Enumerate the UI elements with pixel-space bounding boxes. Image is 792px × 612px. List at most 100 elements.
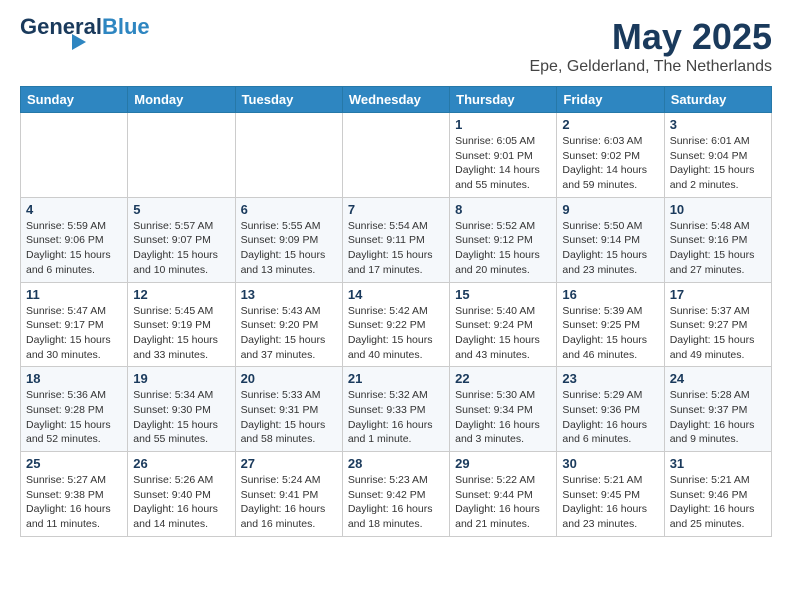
calendar-table: SundayMondayTuesdayWednesdayThursdayFrid… [20, 86, 772, 537]
day-info: Sunrise: 5:27 AMSunset: 9:38 PMDaylight:… [26, 473, 122, 532]
title-block: May 2025 Epe, Gelderland, The Netherland… [529, 16, 772, 76]
day-info: Sunrise: 5:43 AMSunset: 9:20 PMDaylight:… [241, 304, 337, 363]
day-cell-10: 10 Sunrise: 5:48 AMSunset: 9:16 PMDayligh… [664, 197, 771, 282]
page: GeneralBlue May 2025 Epe, Gelderland, Th… [0, 0, 792, 553]
day-cell-21: 21Sunrise: 5:32 AMSunset: 9:33 PMDayligh… [342, 367, 449, 452]
day-cell-9: 9Sunrise: 5:50 AMSunset: 9:14 PMDaylight… [557, 197, 664, 282]
week-row-4: 18 Sunrise: 5:36 AMSunset: 9:28 PMDayligh… [21, 367, 772, 452]
day-info: Sunrise: 6:03 AMSunset: 9:02 PMDaylight:… [562, 134, 658, 193]
day-cell-11: 11 Sunrise: 5:47 AMSunset: 9:17 PMDayligh… [21, 282, 128, 367]
logo-arrow [72, 34, 86, 50]
logo: GeneralBlue [20, 16, 150, 50]
weekday-header-wednesday: Wednesday [342, 87, 449, 113]
day-number: 4 [26, 202, 122, 217]
day-number: 13 [241, 287, 337, 302]
day-cell-3: 3 Sunrise: 6:01 AMSunset: 9:04 PMDaylight… [664, 113, 771, 198]
day-number: 3 [670, 117, 766, 132]
day-info: Sunrise: 5:23 AMSunset: 9:42 PMDaylight:… [348, 473, 444, 532]
day-number: 20 [241, 371, 337, 386]
day-number: 21 [348, 371, 444, 386]
day-number: 19 [133, 371, 229, 386]
day-info: Sunrise: 5:40 AMSunset: 9:24 PMDaylight:… [455, 304, 551, 363]
day-number: 17 [670, 287, 766, 302]
day-cell-1: 1Sunrise: 6:05 AMSunset: 9:01 PMDaylight… [450, 113, 557, 198]
day-cell-23: 23 Sunrise: 5:29 AMSunset: 9:36 PMDayligh… [557, 367, 664, 452]
weekday-header-row: SundayMondayTuesdayWednesdayThursdayFrid… [21, 87, 772, 113]
weekday-header-sunday: Sunday [21, 87, 128, 113]
day-cell-7: 7 Sunrise: 5:54 AMSunset: 9:11 PMDaylight… [342, 197, 449, 282]
day-number: 15 [455, 287, 551, 302]
day-number: 7 [348, 202, 444, 217]
day-cell-28: 28 Sunrise: 5:23 AMSunset: 9:42 PMDayligh… [342, 452, 449, 537]
day-number: 11 [26, 287, 122, 302]
day-number: 8 [455, 202, 551, 217]
empty-cell [128, 113, 235, 198]
day-number: 9 [562, 202, 658, 217]
week-row-5: 25 Sunrise: 5:27 AMSunset: 9:38 PMDayligh… [21, 452, 772, 537]
day-cell-18: 18 Sunrise: 5:36 AMSunset: 9:28 PMDayligh… [21, 367, 128, 452]
weekday-header-monday: Monday [128, 87, 235, 113]
day-number: 30 [562, 456, 658, 471]
day-number: 23 [562, 371, 658, 386]
day-cell-31: 31 Sunrise: 5:21 AMSunset: 9:46 PMDayligh… [664, 452, 771, 537]
day-number: 28 [348, 456, 444, 471]
day-number: 12 [133, 287, 229, 302]
day-cell-27: 27 Sunrise: 5:24 AMSunset: 9:41 PMDayligh… [235, 452, 342, 537]
day-number: 27 [241, 456, 337, 471]
day-number: 10 [670, 202, 766, 217]
month-title: May 2025 [529, 16, 772, 58]
day-info: Sunrise: 5:57 AMSunset: 9:07 PMDaylight:… [133, 219, 229, 278]
week-row-2: 4Sunrise: 5:59 AMSunset: 9:06 PMDaylight… [21, 197, 772, 282]
day-cell-30: 30 Sunrise: 5:21 AMSunset: 9:45 PMDayligh… [557, 452, 664, 537]
empty-cell [235, 113, 342, 198]
day-info: Sunrise: 6:01 AMSunset: 9:04 PMDaylight:… [670, 134, 766, 193]
logo-part2: Blue [102, 14, 150, 39]
day-info: Sunrise: 5:48 AMSunset: 9:16 PMDaylight:… [670, 219, 766, 278]
day-cell-6: 6 Sunrise: 5:55 AMSunset: 9:09 PMDaylight… [235, 197, 342, 282]
day-info: Sunrise: 5:29 AMSunset: 9:36 PMDaylight:… [562, 388, 658, 447]
day-info: Sunrise: 5:54 AMSunset: 9:11 PMDaylight:… [348, 219, 444, 278]
day-number: 6 [241, 202, 337, 217]
day-cell-12: 12 Sunrise: 5:45 AMSunset: 9:19 PMDayligh… [128, 282, 235, 367]
day-info: Sunrise: 5:36 AMSunset: 9:28 PMDaylight:… [26, 388, 122, 447]
day-number: 22 [455, 371, 551, 386]
day-cell-24: 24Sunrise: 5:28 AMSunset: 9:37 PMDayligh… [664, 367, 771, 452]
day-number: 18 [26, 371, 122, 386]
day-info: Sunrise: 6:05 AMSunset: 9:01 PMDaylight:… [455, 134, 551, 193]
day-info: Sunrise: 5:42 AMSunset: 9:22 PMDaylight:… [348, 304, 444, 363]
day-cell-22: 22Sunrise: 5:30 AMSunset: 9:34 PMDayligh… [450, 367, 557, 452]
day-info: Sunrise: 5:22 AMSunset: 9:44 PMDaylight:… [455, 473, 551, 532]
week-row-1: 1Sunrise: 6:05 AMSunset: 9:01 PMDaylight… [21, 113, 772, 198]
day-info: Sunrise: 5:47 AMSunset: 9:17 PMDaylight:… [26, 304, 122, 363]
day-info: Sunrise: 5:45 AMSunset: 9:19 PMDaylight:… [133, 304, 229, 363]
day-cell-13: 13 Sunrise: 5:43 AMSunset: 9:20 PMDayligh… [235, 282, 342, 367]
day-info: Sunrise: 5:52 AMSunset: 9:12 PMDaylight:… [455, 219, 551, 278]
day-number: 25 [26, 456, 122, 471]
day-cell-19: 19 Sunrise: 5:34 AMSunset: 9:30 PMDayligh… [128, 367, 235, 452]
day-cell-26: 26Sunrise: 5:26 AMSunset: 9:40 PMDayligh… [128, 452, 235, 537]
day-cell-15: 15 Sunrise: 5:40 AMSunset: 9:24 PMDayligh… [450, 282, 557, 367]
weekday-header-friday: Friday [557, 87, 664, 113]
day-number: 31 [670, 456, 766, 471]
day-info: Sunrise: 5:24 AMSunset: 9:41 PMDaylight:… [241, 473, 337, 532]
day-info: Sunrise: 5:28 AMSunset: 9:37 PMDaylight:… [670, 388, 766, 447]
day-info: Sunrise: 5:33 AMSunset: 9:31 PMDaylight:… [241, 388, 337, 447]
day-cell-25: 25 Sunrise: 5:27 AMSunset: 9:38 PMDayligh… [21, 452, 128, 537]
day-cell-2: 2 Sunrise: 6:03 AMSunset: 9:02 PMDaylight… [557, 113, 664, 198]
header: GeneralBlue May 2025 Epe, Gelderland, Th… [20, 16, 772, 76]
day-info: Sunrise: 5:21 AMSunset: 9:46 PMDaylight:… [670, 473, 766, 532]
weekday-header-thursday: Thursday [450, 87, 557, 113]
day-info: Sunrise: 5:34 AMSunset: 9:30 PMDaylight:… [133, 388, 229, 447]
day-cell-29: 29 Sunrise: 5:22 AMSunset: 9:44 PMDayligh… [450, 452, 557, 537]
week-row-3: 11 Sunrise: 5:47 AMSunset: 9:17 PMDayligh… [21, 282, 772, 367]
day-number: 26 [133, 456, 229, 471]
day-cell-14: 14 Sunrise: 5:42 AMSunset: 9:22 PMDayligh… [342, 282, 449, 367]
day-number: 2 [562, 117, 658, 132]
day-number: 14 [348, 287, 444, 302]
day-info: Sunrise: 5:55 AMSunset: 9:09 PMDaylight:… [241, 219, 337, 278]
day-info: Sunrise: 5:39 AMSunset: 9:25 PMDaylight:… [562, 304, 658, 363]
weekday-header-saturday: Saturday [664, 87, 771, 113]
day-number: 29 [455, 456, 551, 471]
weekday-header-tuesday: Tuesday [235, 87, 342, 113]
day-info: Sunrise: 5:21 AMSunset: 9:45 PMDaylight:… [562, 473, 658, 532]
